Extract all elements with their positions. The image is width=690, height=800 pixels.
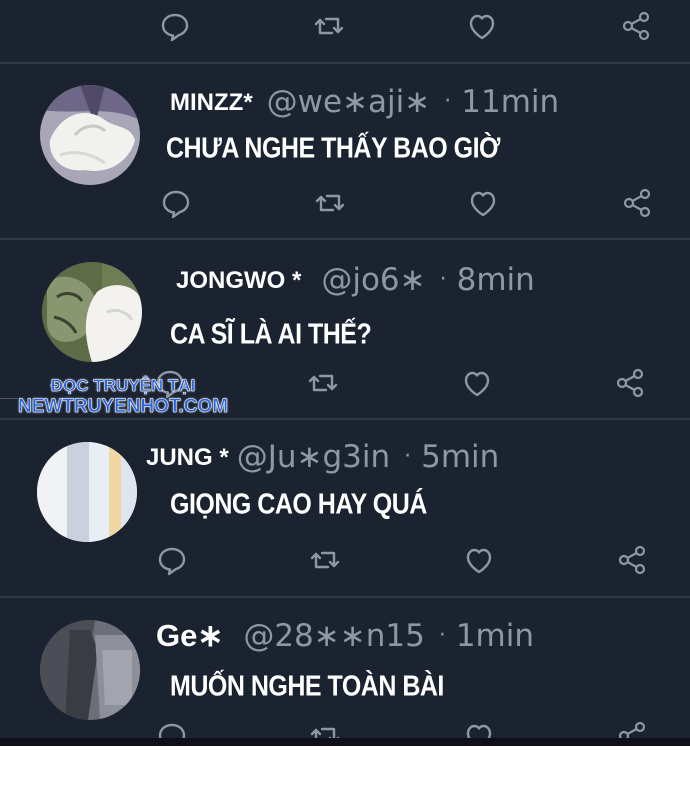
share-icon[interactable] xyxy=(614,542,650,578)
author-handle[interactable]: @Ju∗g3in xyxy=(237,439,390,475)
avatar[interactable] xyxy=(37,442,137,542)
comment-feed: MINZZ* @we∗aji∗ · 11min CHƯA NGHE THẤY BAO … xyxy=(0,0,690,740)
separator: · xyxy=(444,89,452,114)
heart-icon[interactable] xyxy=(461,542,497,578)
tweet-text: MUỐN NGHE TOÀN BÀI xyxy=(170,670,444,703)
divider xyxy=(0,596,690,598)
divider xyxy=(0,418,690,420)
separator: · xyxy=(438,623,446,648)
share-icon[interactable] xyxy=(614,718,650,740)
author-handle[interactable]: @28∗∗n15 xyxy=(243,618,425,654)
share-icon[interactable] xyxy=(618,8,654,44)
tweet-header: JUNG * @Ju∗g3in · 5min xyxy=(146,437,499,478)
watermark-line1: ĐỌC TRUYỆN TẠI xyxy=(50,376,196,396)
reply-icon[interactable] xyxy=(157,8,193,44)
retweet-icon[interactable] xyxy=(307,542,343,578)
timestamp: 11min xyxy=(461,84,560,120)
timestamp: 8min xyxy=(456,262,535,298)
tweet-actions xyxy=(0,185,690,225)
separator: · xyxy=(439,267,447,292)
tweet-text: CHƯA NGHE THẤY BAO GIỜ xyxy=(166,132,500,165)
heart-icon[interactable] xyxy=(464,8,500,44)
separator: · xyxy=(404,444,412,469)
author-name[interactable]: JONGWO * xyxy=(176,267,301,294)
reply-icon[interactable] xyxy=(154,718,190,740)
heart-icon[interactable] xyxy=(459,365,495,401)
avatar[interactable] xyxy=(40,620,140,720)
tweet-header: JONGWO * @jo6∗ · 8min xyxy=(176,260,535,301)
watermark: ĐỌC TRUYỆN TẠI NEWTRUYENHOT.COM xyxy=(18,376,229,418)
author-name[interactable]: MINZZ* xyxy=(170,89,253,116)
watermark-line xyxy=(0,398,18,399)
author-handle[interactable]: @we∗aji∗ xyxy=(267,84,431,120)
tweet-actions xyxy=(0,718,690,740)
retweet-icon[interactable] xyxy=(312,185,348,221)
avatar[interactable] xyxy=(42,262,142,362)
timestamp: 1min xyxy=(455,618,535,654)
avatar[interactable] xyxy=(40,85,140,185)
author-handle[interactable]: @jo6∗ xyxy=(321,262,425,298)
author-name[interactable]: JUNG * xyxy=(146,444,229,471)
tweet-actions xyxy=(0,8,690,48)
tweet-header: Ge∗ @28∗∗n15 · 1min xyxy=(156,616,534,656)
share-icon[interactable] xyxy=(619,185,655,221)
timestamp: 5min xyxy=(421,439,500,475)
tweet-header: MINZZ* @we∗aji∗ · 11min xyxy=(170,82,559,123)
retweet-icon[interactable] xyxy=(307,718,343,740)
heart-icon[interactable] xyxy=(461,718,497,740)
author-name[interactable]: Ge∗ xyxy=(156,618,223,653)
watermark-line2: NEWTRUYENHOT.COM xyxy=(18,396,229,418)
heart-icon[interactable] xyxy=(465,185,501,221)
retweet-icon[interactable] xyxy=(305,365,341,401)
tweet-actions xyxy=(0,542,690,582)
retweet-icon[interactable] xyxy=(311,8,347,44)
reply-icon[interactable] xyxy=(154,542,190,578)
reply-icon[interactable] xyxy=(158,185,194,221)
share-icon[interactable] xyxy=(612,365,648,401)
tweet-text: CA SĨ LÀ AI THẾ? xyxy=(170,318,372,351)
tweet-text: GIỌNG CAO HAY QUÁ xyxy=(170,488,427,521)
divider xyxy=(0,62,690,64)
divider xyxy=(0,238,690,240)
bottom-edge xyxy=(0,738,690,746)
